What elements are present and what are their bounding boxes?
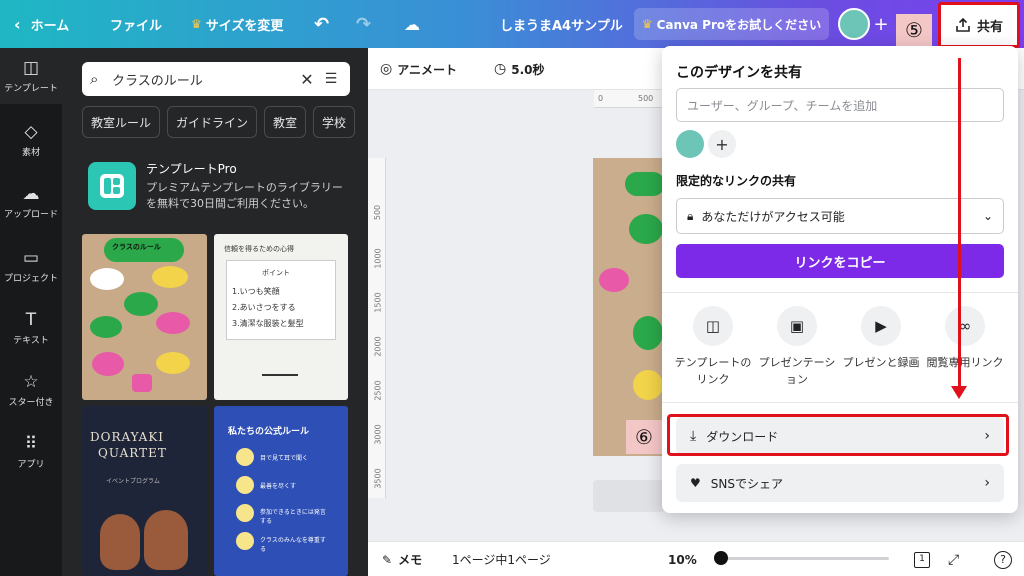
resize-button[interactable]: ♛ サイズを変更 [191,0,283,48]
step-badge-5: ⑤ [896,14,932,46]
left-rail: ◫ テンプレート ◇ 素材 ☁ アップロード ▭ プロジェクト T テキスト ☆… [0,48,62,576]
undo-icon[interactable]: ↶ [314,0,329,48]
chip-school[interactable]: 学校 [313,106,356,138]
option-template-link[interactable]: ◫ テンプレートのリンク [672,306,754,396]
chip-guidelines[interactable]: ガイドライン [167,106,258,138]
option-present[interactable]: ▣ プレゼンテーション [756,306,838,396]
page-count: 1ページ中1ページ [452,553,551,567]
notes-icon: ✎ [382,552,393,567]
share-upload-icon [956,17,970,32]
rail-item-starred[interactable]: ☆ スター付き [0,362,62,418]
social-share-button[interactable]: ♥ SNSでシェア › [676,464,1004,502]
share-popup-title: このデザインを共有 [676,65,802,81]
avatar[interactable] [676,130,704,158]
template-thumb-official-rules[interactable]: 私たちの公式ルール 目で見て耳で聞く 最善を尽くす 参加できるときには発言する … [214,406,348,576]
file-menu[interactable]: ファイル [110,0,162,48]
link-icon: ∞ [945,306,985,346]
template-link-icon: ◫ [693,306,733,346]
help-button[interactable]: ? [994,542,1012,576]
zoom-slider-knob[interactable] [714,551,728,565]
layout-icon: ◫ [22,58,40,78]
access-select[interactable]: 🔒︎ あなただけがアクセス可能 ⌄ [676,198,1004,234]
presentation-icon: ▣ [777,306,817,346]
animate-button[interactable]: ◎ アニメート [380,48,457,90]
help-icon: ? [994,550,1012,569]
crown-icon: ♛ [191,17,202,31]
chevron-left-icon: ‹ [14,14,21,34]
clock-icon: ◷ [494,61,507,77]
fullscreen-icon[interactable]: ⤢ [948,542,959,576]
zoom-slider[interactable] [719,557,889,560]
chip-classroom[interactable]: 教室 [264,106,307,138]
template-thumb-trust-tips[interactable]: 信頼を得るための心得 ポイント 1.いつも笑顔 2.あいさつをする 3.清潔な服… [214,234,348,400]
chevron-down-icon: ⌄ [982,209,993,223]
annotation-arrow-head [951,386,967,399]
lock-icon: 🔒︎ [687,208,694,223]
search-input[interactable]: ⌕ クラスのルール ✕ ☰ [82,62,350,96]
restricted-link-label: 限定的なリンクの共有 [676,174,797,188]
add-page-button[interactable] [593,480,665,512]
design-page[interactable] [593,158,665,456]
bottom-bar: ✎ メモ 1ページ中1ページ 10% 1 ⤢ ? [368,541,1024,576]
try-pro-button[interactable]: ♛ Canva Proをお試しください [634,8,829,40]
template-thumb-class-rules[interactable]: クラスのルール [82,234,207,400]
pro-promo[interactable]: テンプレートPro プレミアムテンプレートのライブラリーを無料で30日間ご利用く… [88,160,350,214]
ruler-left: 500 1000 1500 2000 2500 3000 3500 [368,158,386,498]
filter-chips: 教室ルール ガイドライン 教室 学校 [82,106,356,138]
rail-item-templates[interactable]: ◫ テンプレート [0,48,62,104]
cloud-saved-icon[interactable]: ☁ [404,0,420,48]
copy-link-button[interactable]: リンクをコピー [676,244,1004,278]
option-present-record[interactable]: ▶ プレゼンと録画 [840,306,922,396]
heart-icon: ♥ [690,476,701,490]
rail-item-projects[interactable]: ▭ プロジェクト [0,238,62,294]
pages-icon: 1 [914,551,930,568]
chip-classroom-rules[interactable]: 教室ルール [82,106,161,138]
text-icon: T [25,310,37,330]
filter-icon[interactable]: ☰ [320,71,342,87]
redo-icon[interactable]: ↷ [356,0,371,48]
template-thumb-dorayaki[interactable]: DORAYAKI QUARTET イベントプログラム [82,406,207,576]
rail-item-apps[interactable]: ⠿ アプリ [0,424,62,480]
camera-icon: ▶ [861,306,901,346]
notes-button[interactable]: ✎ メモ [382,542,422,576]
ruler-top: 0 500 [594,90,664,108]
option-view-only-link[interactable]: ∞ 閲覧専用リンク [924,306,1006,396]
home-button[interactable]: ‹ ホーム [14,0,69,48]
divider [662,402,1018,403]
clear-search-icon[interactable]: ✕ [294,70,320,89]
shapes-icon: ◇ [24,122,38,142]
share-button[interactable]: 共有 [938,2,1020,48]
cloud-upload-icon: ☁ [22,184,40,204]
search-value: クラスのルール [112,73,203,89]
folder-icon: ▭ [22,248,40,268]
apps-grid-icon: ⠿ [24,434,38,454]
rail-item-uploads[interactable]: ☁ アップロード [0,174,62,230]
zoom-value[interactable]: 10% [668,542,697,576]
crown-icon: ♛ [641,17,653,31]
top-bar: ‹ ホーム ファイル ♛ サイズを変更 ↶ ↷ ☁ しまうまA4サンプル ♛ C… [0,0,1024,48]
divider [662,292,1018,293]
add-person-icon[interactable]: + [708,130,736,158]
step-badge-6: ⑥ [626,420,662,454]
annotation-arrow-line [958,58,961,390]
star-icon: ☆ [23,372,39,392]
chevron-right-icon: › [984,475,990,491]
animate-icon: ◎ [380,61,393,77]
search-icon: ⌕ [90,70,99,88]
rail-item-text[interactable]: T テキスト [0,300,62,356]
people-input[interactable]: ユーザー、グループ、チームを追加 [676,88,1004,122]
template-pro-logo [88,162,136,210]
duration-button[interactable]: ◷ 5.0秒 [494,48,544,90]
document-title[interactable]: しまうまA4サンプル [500,0,623,48]
rail-item-elements[interactable]: ◇ 素材 [0,112,62,168]
avatar[interactable] [838,8,870,40]
templates-panel: ⌕ クラスのルール ✕ ☰ 教室ルール ガイドライン 教室 学校 テンプレートP… [62,48,368,576]
add-collaborator-icon[interactable]: + [868,8,894,40]
pages-view-button[interactable]: 1 [914,542,930,576]
download-highlight-box [667,414,1009,456]
